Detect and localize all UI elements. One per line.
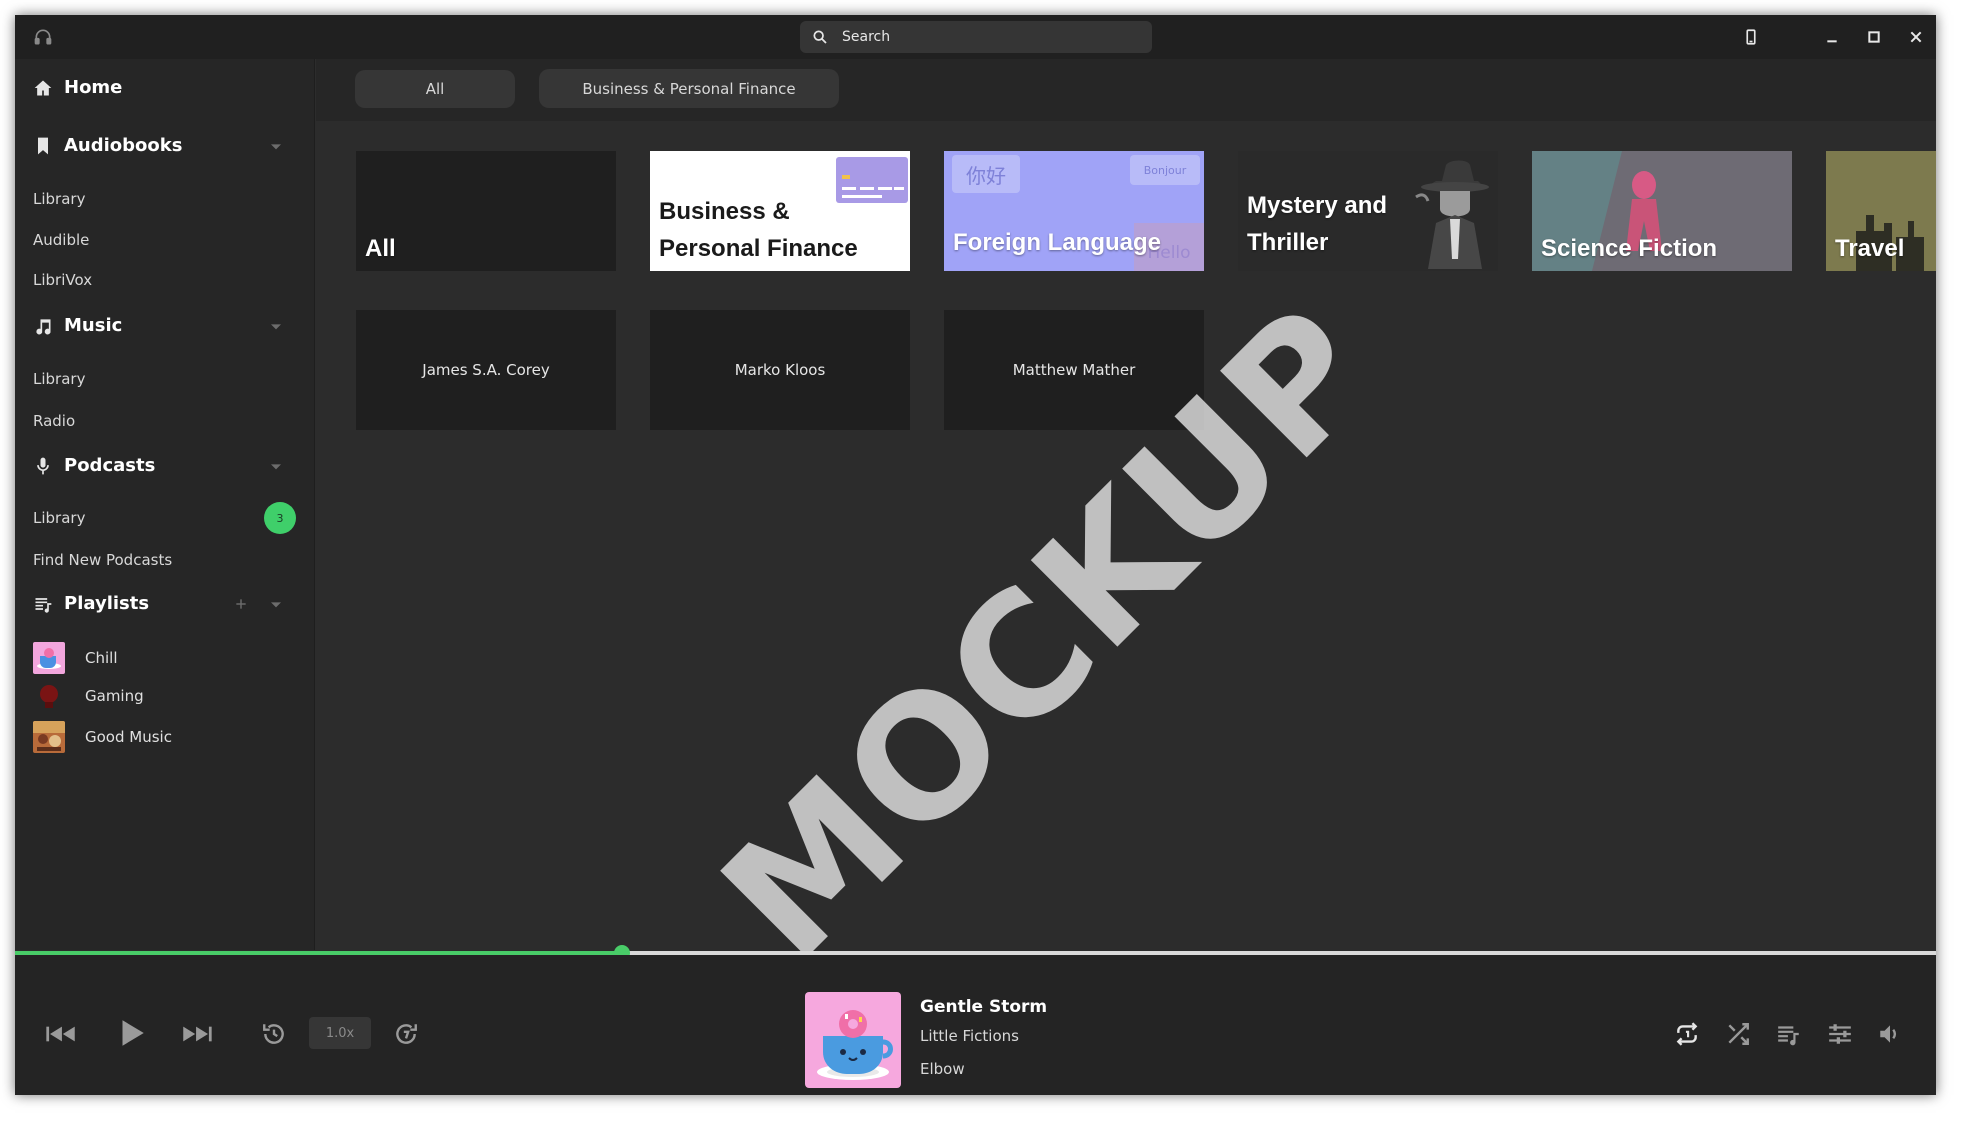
- new-episodes-badge: 3: [264, 502, 296, 534]
- sidebar-item-find-new-podcasts[interactable]: Find New Podcasts: [33, 551, 172, 569]
- filter-chip-bar: All Business & Personal Finance: [316, 59, 1936, 121]
- speech-bubble-bonjour: Bonjour: [1130, 155, 1200, 185]
- category-title: Mystery and Thriller: [1247, 192, 1388, 256]
- sidebar-section-podcasts[interactable]: Podcasts: [33, 455, 297, 476]
- music-note-icon: [36, 318, 51, 334]
- sidebar-item-home[interactable]: Home: [33, 77, 122, 98]
- search-placeholder: Search: [842, 29, 891, 45]
- sidebar-item-podcasts-library[interactable]: Library: [33, 509, 85, 527]
- search-icon: [813, 30, 827, 44]
- sidebar-section-audiobooks[interactable]: Audiobooks: [33, 135, 297, 156]
- now-playing-artist[interactable]: Elbow: [920, 1060, 965, 1078]
- skip-previous-button[interactable]: [43, 1019, 79, 1049]
- chip-all[interactable]: All: [355, 70, 515, 108]
- category-card-business[interactable]: Business & Personal Finance: [650, 151, 910, 271]
- sidebar-item-radio[interactable]: Radio: [33, 412, 75, 430]
- sidebar-item-music-library[interactable]: Library: [33, 370, 85, 388]
- playlist-cover-image: [33, 642, 65, 674]
- author-card-marko-kloos[interactable]: Marko Kloos: [650, 310, 910, 430]
- category-card-all[interactable]: All: [356, 151, 616, 271]
- equalizer-icon: [1829, 1024, 1851, 1044]
- sidebar-item-audible[interactable]: Audible: [33, 231, 89, 249]
- category-card-foreign-language[interactable]: 你好 Bonjour Hello Foreign Language: [944, 151, 1204, 271]
- playlist-item-good-music[interactable]: Good Music: [33, 721, 172, 753]
- playlist-icon: [35, 597, 52, 613]
- shuffle-icon: [1728, 1023, 1749, 1045]
- chevron-down-icon[interactable]: [266, 316, 286, 336]
- fast-forward-button[interactable]: [391, 1019, 421, 1049]
- microphone-icon: [37, 457, 49, 474]
- playlist-cover-image: [33, 680, 65, 712]
- category-title: Foreign Language: [953, 229, 1162, 256]
- category-title: Business & Personal Finance: [659, 198, 858, 262]
- rewind-icon: [263, 1024, 284, 1044]
- sidebar-item-librivox[interactable]: LibriVox: [33, 271, 92, 289]
- sidebar-section-music[interactable]: Music: [33, 315, 297, 336]
- playlist-label: Good Music: [85, 728, 172, 746]
- rewind-button[interactable]: [259, 1019, 289, 1049]
- playlist-label: Chill: [85, 649, 118, 667]
- mobile-view-button[interactable]: [1741, 27, 1761, 47]
- category-card-science-fiction[interactable]: Science Fiction: [1532, 151, 1792, 271]
- playlist-item-gaming[interactable]: Gaming: [33, 680, 144, 712]
- shuffle-button[interactable]: [1723, 1019, 1753, 1049]
- chip-business-personal-finance[interactable]: Business & Personal Finance: [539, 69, 839, 108]
- chevron-down-icon[interactable]: [266, 456, 286, 476]
- skip-previous-icon: [46, 1026, 75, 1042]
- search-input[interactable]: Search: [800, 21, 1152, 53]
- category-title: Travel: [1835, 235, 1905, 262]
- album-art[interactable]: [805, 992, 901, 1088]
- detective-image: [1415, 160, 1489, 269]
- play-button[interactable]: [111, 1013, 151, 1053]
- category-title: All: [365, 235, 396, 262]
- queue-icon: [1778, 1026, 1799, 1046]
- title-bar: Search: [15, 15, 1936, 59]
- author-card-james-sa-corey[interactable]: James S.A. Corey: [356, 310, 616, 430]
- chevron-down-icon[interactable]: [266, 136, 286, 156]
- now-playing-title[interactable]: Gentle Storm: [920, 997, 1047, 1017]
- playlist-label: Gaming: [85, 687, 144, 705]
- skip-next-icon: [183, 1026, 212, 1042]
- sidebar-item-label: Home: [64, 77, 123, 98]
- equalizer-button[interactable]: [1825, 1019, 1855, 1049]
- playback-speed-button[interactable]: 1.0x: [309, 1017, 371, 1049]
- sidebar-section-playlists[interactable]: Playlists: [33, 593, 297, 614]
- fast-forward-icon: [396, 1024, 417, 1044]
- category-card-mystery-thriller[interactable]: Mystery and Thriller: [1238, 151, 1498, 271]
- volume-icon: [1880, 1025, 1897, 1043]
- section-title: Playlists: [64, 593, 150, 614]
- section-title: Podcasts: [64, 455, 156, 476]
- add-playlist-icon[interactable]: [234, 597, 248, 611]
- repeat-one-button[interactable]: [1672, 1019, 1702, 1049]
- playlist-cover-image: [33, 721, 65, 753]
- bookmark-icon: [38, 137, 48, 154]
- app-window: Search Home Audiobooks Library Audible L…: [15, 15, 1936, 1095]
- player-bar: 1.0x Gentle Storm Little Fictions Elbow: [15, 955, 1936, 1095]
- category-card-travel[interactable]: Travel: [1826, 151, 1936, 271]
- maximize-button[interactable]: [1864, 27, 1884, 47]
- category-title: Science Fiction: [1541, 235, 1718, 262]
- speech-bubble-chinese: 你好: [952, 155, 1020, 193]
- close-button[interactable]: [1906, 27, 1926, 47]
- volume-button[interactable]: [1875, 1019, 1905, 1049]
- section-title: Music: [64, 315, 123, 336]
- sidebar-item-audiobooks-library[interactable]: Library: [33, 190, 85, 208]
- minimize-button[interactable]: [1822, 27, 1842, 47]
- chevron-down-icon[interactable]: [266, 594, 286, 614]
- now-playing-album[interactable]: Little Fictions: [920, 1027, 1019, 1045]
- playlist-item-chill[interactable]: Chill: [33, 642, 117, 674]
- skip-next-button[interactable]: [179, 1019, 215, 1049]
- sidebar: Home Audiobooks Library Audible LibriVox…: [15, 59, 315, 950]
- queue-button[interactable]: [1774, 1019, 1804, 1049]
- repeat-one-icon: [1676, 1022, 1698, 1046]
- home-icon: [34, 80, 52, 95]
- play-icon: [122, 1020, 144, 1046]
- headphones-icon: [33, 27, 53, 47]
- section-title: Audiobooks: [64, 135, 183, 156]
